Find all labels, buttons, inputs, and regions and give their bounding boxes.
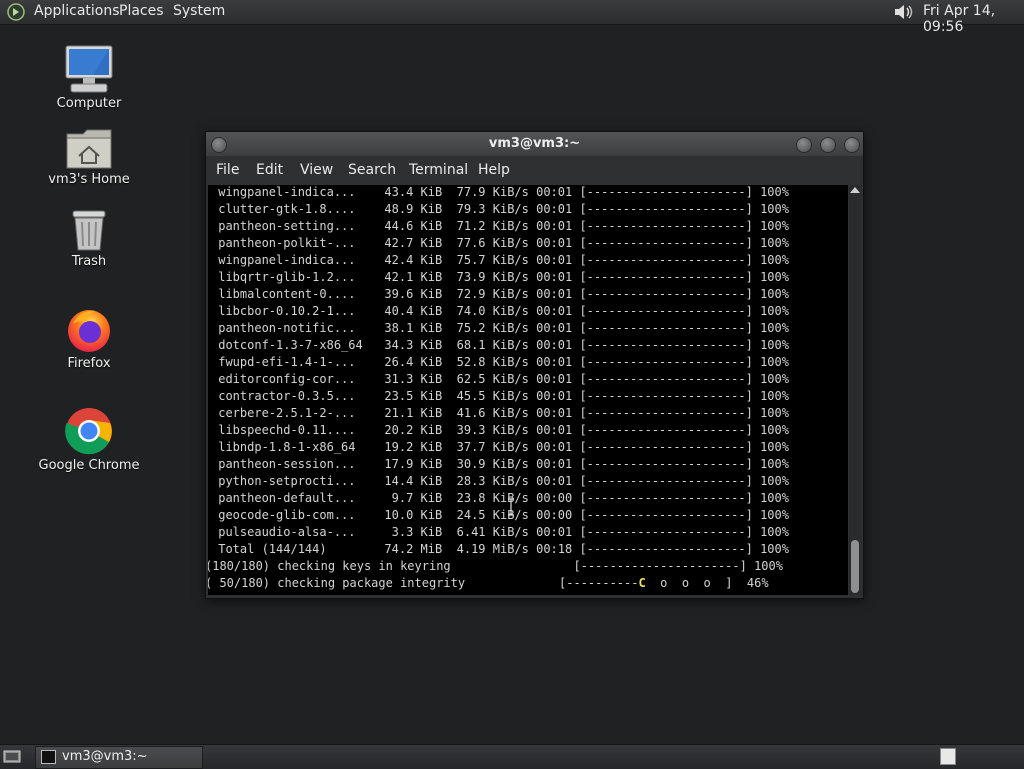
desktop-icon-computer[interactable]: Computer [29,44,149,111]
terminal-line: libqrtr-glib-1.2... 42.1 KiB 73.9 KiB/s … [211,270,789,284]
terminal-line: dotconf-1.3-7-x86_64 34.3 KiB 68.1 KiB/s… [211,338,789,352]
desktop-icon-chrome[interactable]: Google Chrome [29,406,149,473]
terminal-line: pantheon-default... 9.7 KiB 23.8 KiB/s 0… [211,491,789,505]
desktop-icon-label: Trash [71,254,107,269]
workspace-switcher-icon[interactable] [940,748,956,765]
minimize-icon[interactable] [796,137,812,153]
terminal-line: python-setprocti... 14.4 KiB 28.3 KiB/s … [211,474,789,488]
menu-view[interactable]: View [300,162,333,178]
menu-terminal[interactable]: Terminal [409,162,468,178]
desktop-icon-home[interactable]: vm3's Home [29,126,149,187]
close-icon[interactable] [844,137,860,153]
menu-edit[interactable]: Edit [256,162,283,178]
menu-system[interactable]: System [173,3,225,19]
terminal-line: wingpanel-indica... 43.4 KiB 77.9 KiB/s … [211,185,789,199]
desktop-icon-label: Computer [56,96,122,111]
terminal-line: pulseaudio-alsa-... 3.3 KiB 6.41 KiB/s 0… [211,525,789,539]
terminal-line: libcbor-0.10.2-1... 40.4 KiB 74.0 KiB/s … [211,304,789,318]
text-cursor-icon [508,498,514,516]
distro-logo-icon[interactable] [6,2,26,22]
terminal-line: editorconfig-cor... 31.3 KiB 62.5 KiB/s … [211,372,789,386]
terminal-progress-line: ( 50/180) checking package integrity [--… [208,575,769,592]
scrollbar-thumb[interactable] [851,540,859,593]
terminal-icon [41,750,56,764]
desktop-icon-label: Firefox [67,356,111,371]
window-titlebar[interactable]: vm3@vm3:~ [206,132,863,156]
desktop-icon-label: Google Chrome [38,458,140,473]
menu-search[interactable]: Search [348,162,396,178]
scroll-up-arrow-icon[interactable] [850,187,860,193]
terminal-line: clutter-gtk-1.8.... 48.9 KiB 79.3 KiB/s … [211,202,789,216]
menu-places[interactable]: Places [119,3,164,19]
terminal-line: cerbere-2.5.1-2-... 21.1 KiB 41.6 KiB/s … [211,406,789,420]
progress-suffix: o o o ] 46% [645,576,769,590]
terminal-menubar: File Edit View Search Terminal Help [206,156,863,184]
show-desktop-icon[interactable] [3,749,21,764]
terminal-line: geocode-glib-com... 10.0 KiB 24.5 KiB/s … [211,508,789,522]
terminal-line: libspeechd-0.11.... 20.2 KiB 39.3 KiB/s … [211,423,789,437]
chrome-icon [65,408,112,455]
menu-applications[interactable]: Applications [34,3,120,19]
terminal-line: wingpanel-indica... 42.4 KiB 75.7 KiB/s … [211,253,789,267]
taskbar-terminal-button[interactable]: vm3@vm3:~ [35,746,203,769]
home-folder-icon [66,129,112,169]
terminal-scrollbar[interactable] [849,185,861,595]
pacman-progress-icon: C [638,576,646,590]
terminal-line: pantheon-setting... 44.6 KiB 71.2 KiB/s … [211,219,789,233]
terminal-line: pantheon-polkit-... 42.7 KiB 77.6 KiB/s … [211,236,789,250]
terminal-line: contractor-0.3.5... 23.5 KiB 45.5 KiB/s … [211,389,789,403]
window-title: vm3@vm3:~ [488,136,581,151]
terminal-line: libndp-1.8-1-x86_64 19.2 KiB 37.7 KiB/s … [211,440,789,454]
maximize-icon[interactable] [820,137,836,153]
clock[interactable]: Fri Apr 14, 09:56 [923,3,1024,35]
firefox-icon [68,310,110,352]
terminal-line: (180/180) checking keys in keyring [----… [208,559,783,573]
menu-file[interactable]: File [216,162,239,178]
desktop-icon-firefox[interactable]: Firefox [29,306,149,371]
terminal-window[interactable]: vm3@vm3:~ File Edit View Search Terminal… [205,131,864,599]
terminal-output[interactable]: wingpanel-indica... 43.4 KiB 77.9 KiB/s … [208,185,848,595]
terminal-line: Total (144/144) 74.2 MiB 4.19 MiB/s 00:1… [211,542,789,556]
progress-prefix: ( 50/180) checking package integrity [--… [208,576,639,590]
speaker-volume-icon[interactable] [891,1,917,23]
computer-icon [65,45,113,93]
taskbar-button-label: vm3@vm3:~ [62,749,148,764]
trash-icon [72,210,106,251]
top-panel: Applications Places System Fri Apr 14, 0… [0,0,1024,35]
desktop-icon-label: vm3's Home [48,172,130,187]
desktop-icon-trash[interactable]: Trash [29,208,149,269]
terminal-line: pantheon-session... 17.9 KiB 30.9 KiB/s … [211,457,789,471]
bottom-panel: vm3@vm3:~ [0,744,1024,769]
terminal-line: libmalcontent-0.... 39.6 KiB 72.9 KiB/s … [211,287,789,301]
terminal-line: fwupd-efi-1.4-1-... 26.4 KiB 52.8 KiB/s … [211,355,789,369]
menu-help[interactable]: Help [478,162,510,178]
terminal-line: pantheon-notific... 38.1 KiB 75.2 KiB/s … [211,321,789,335]
